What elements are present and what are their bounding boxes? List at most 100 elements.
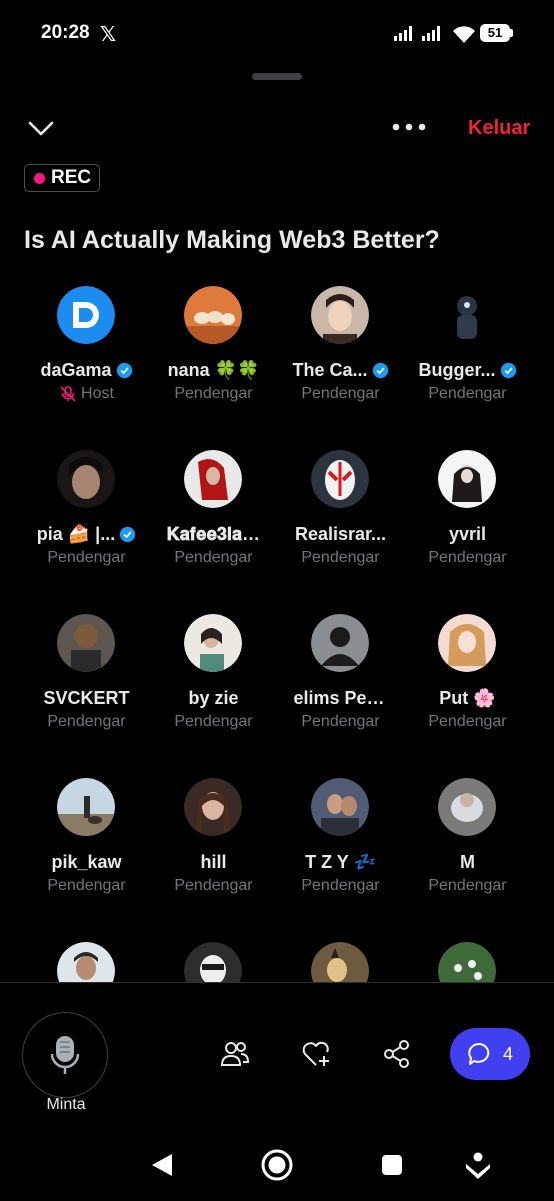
participant-role: Pendengar [428, 549, 507, 566]
participant-name: The Ca... [277, 360, 404, 381]
participant-role: Pendengar [174, 549, 253, 566]
leave-button[interactable]: Keluar [468, 117, 530, 140]
participant-tile[interactable]: T Z Y 💤 Pendengar [277, 772, 404, 922]
participant-role: Pendengar [428, 713, 507, 730]
participant-role: Pendengar [301, 713, 380, 730]
participant-name: Realisrar... [294, 524, 387, 544]
recording-dot-icon [34, 172, 45, 184]
participant-tile[interactable]: pia 🍰 |... Pendengar [23, 444, 150, 594]
status-time: 20:28 [41, 22, 90, 43]
avatar [311, 614, 369, 672]
home-icon[interactable] [260, 1148, 294, 1182]
chevron-down-icon[interactable] [26, 116, 56, 142]
avatar [57, 942, 115, 982]
comments-button[interactable]: 4 [450, 1028, 530, 1080]
participant-tile[interactable] [150, 936, 277, 982]
signal-icon-2 [422, 26, 440, 41]
avatar [57, 450, 115, 508]
avatar [184, 942, 242, 982]
avatar [184, 286, 242, 344]
status-bar: 20:28 𝕏 51 [0, 0, 554, 64]
participant-tile[interactable]: 𝐊𝐚𝐟𝐞𝐞𝟑𝐥𝐚𝐡 ... Pendengar [150, 444, 277, 594]
participant-name: pia 🍰 |... [23, 524, 150, 545]
participant-tile[interactable]: M Pendengar [404, 772, 531, 922]
participant-tile[interactable]: Bugger... Pendengar [404, 280, 531, 430]
avatar [311, 286, 369, 344]
participant-name: daGama [23, 360, 150, 381]
participant-tile[interactable]: pik_kaw Pendengar [23, 772, 150, 922]
participant-role: Pendengar [47, 877, 126, 894]
participant-role: Host [23, 385, 150, 403]
participant-tile[interactable]: by zie Pendengar [150, 608, 277, 758]
participant-role: Pendengar [301, 385, 380, 402]
recording-label: REC [51, 167, 92, 188]
participant-name: SVCKERT [43, 688, 130, 708]
participant-tile[interactable] [404, 936, 531, 982]
back-icon[interactable] [148, 1148, 174, 1182]
recents-icon[interactable] [378, 1148, 406, 1182]
participant-name: Put 🌸 [439, 688, 496, 708]
avatar [57, 778, 115, 836]
avatar [438, 450, 496, 508]
avatar [57, 614, 115, 672]
avatar [57, 286, 115, 344]
request-mic-button[interactable] [22, 1012, 108, 1098]
x-logo-icon: 𝕏 [100, 24, 117, 46]
share-icon[interactable] [381, 1038, 413, 1070]
verified-badge-icon [500, 362, 516, 379]
verified-badge-icon [120, 526, 136, 543]
participant-tile[interactable]: SVCKERT Pendengar [23, 608, 150, 758]
avatar [311, 942, 369, 982]
participant-role: Pendengar [174, 385, 253, 402]
participant-name: Bugger... [404, 360, 531, 381]
avatar [311, 778, 369, 836]
participant-role: Pendengar [174, 877, 253, 894]
participant-tile[interactable]: daGama Host [23, 280, 150, 430]
participant-name: M [460, 852, 475, 872]
microphone-icon [51, 1036, 79, 1074]
recording-badge: REC [24, 164, 100, 192]
space-title: Is AI Actually Making Web3 Better? [24, 226, 440, 254]
participant-tile[interactable]: yvril Pendengar [404, 444, 531, 594]
participant-name: T Z Y 💤 [305, 852, 376, 872]
participant-role: Pendengar [301, 549, 380, 566]
participant-name: by zie [188, 688, 239, 708]
participant-tile[interactable] [23, 936, 150, 982]
participant-tile[interactable]: nana 🍀🍀 Pendengar [150, 280, 277, 430]
avatar [438, 942, 496, 982]
participant-tile[interactable]: hill Pendengar [150, 772, 277, 922]
wifi-icon [453, 26, 475, 43]
more-options-icon[interactable] [392, 117, 426, 137]
participant-role: Pendengar [428, 385, 507, 402]
participant-name: 𝐊𝐚𝐟𝐞𝐞𝟑𝐥𝐚𝐡 ... [166, 524, 261, 544]
participant-role: Pendengar [301, 877, 380, 894]
battery-tip [510, 29, 513, 37]
participant-role: Pendengar [174, 713, 253, 730]
people-icon[interactable] [219, 1038, 251, 1070]
participant-role: Pendengar [47, 713, 126, 730]
participant-tile[interactable]: Realisrar... Pendengar [277, 444, 404, 594]
sheet-grabber[interactable] [252, 73, 302, 80]
mic-muted-icon [60, 386, 76, 402]
verified-badge-icon [372, 362, 388, 379]
request-mic-label: Minta [46, 1096, 86, 1113]
participant-grid: daGama Host nana 🍀🍀 Pendengar The Ca... … [0, 280, 554, 982]
participant-name: nana 🍀🍀 [167, 360, 260, 380]
battery-icon: 51 [480, 24, 510, 42]
participant-tile[interactable]: Put 🌸 Pendengar [404, 608, 531, 758]
participant-tile[interactable]: elims Pee... Pendengar [277, 608, 404, 758]
avatar [311, 450, 369, 508]
avatar [438, 778, 496, 836]
participant-name: elims Pee... [293, 688, 388, 708]
heart-plus-icon[interactable] [300, 1038, 332, 1070]
avatar [184, 778, 242, 836]
participant-name: hill [200, 852, 227, 872]
participant-tile[interactable]: The Ca... Pendengar [277, 280, 404, 430]
avatar [184, 450, 242, 508]
assistant-icon[interactable] [464, 1148, 492, 1182]
participant-name: yvril [448, 524, 487, 544]
signal-icon [394, 26, 412, 41]
participant-role: Pendengar [428, 877, 507, 894]
verified-badge-icon [116, 362, 132, 379]
participant-tile[interactable] [277, 936, 404, 982]
